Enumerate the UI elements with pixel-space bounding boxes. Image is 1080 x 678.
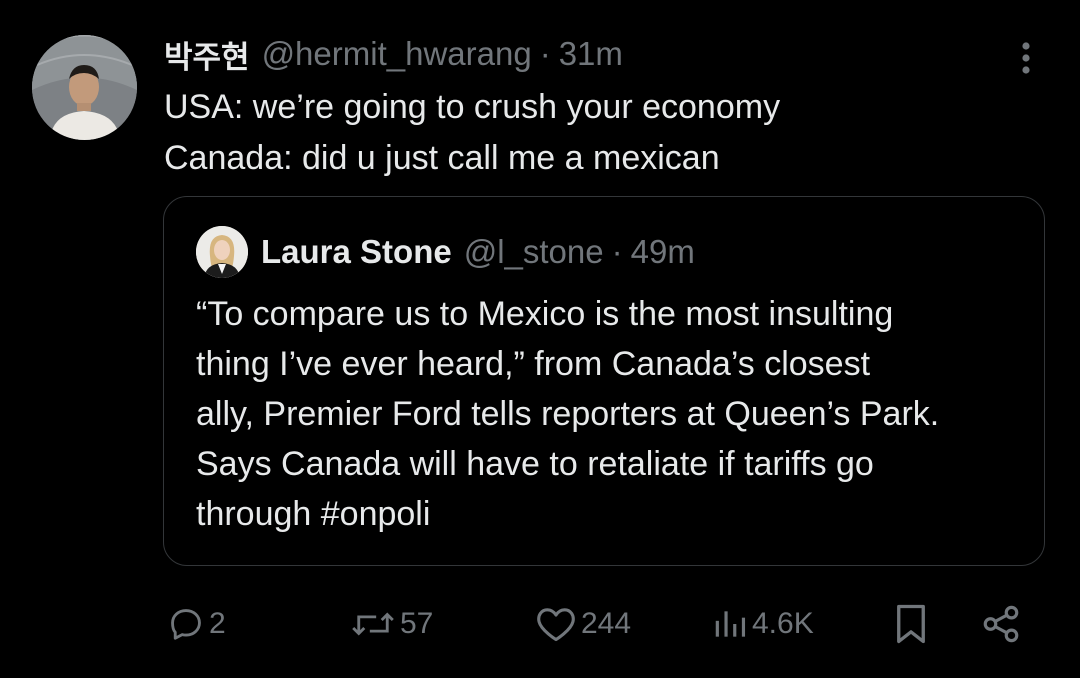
quoted-text-line: through #onpoli <box>196 495 431 533</box>
tweet-header: 박주현 @hermit_hwarang · 31m <box>164 28 623 80</box>
quoted-tweet-text: “To compare us to Mexico is the most ins… <box>196 289 1026 539</box>
quoted-text-line: ally, Premier Ford tells reporters at Qu… <box>196 395 940 433</box>
header-separator: · <box>539 35 551 72</box>
repost-button[interactable]: 57 <box>350 596 433 652</box>
heart-icon <box>537 608 575 642</box>
header-separator: · <box>611 233 623 270</box>
repost-count: 57 <box>400 607 434 640</box>
share-button[interactable] <box>980 596 1022 652</box>
share-icon <box>983 605 1019 643</box>
profile-photo-icon <box>32 35 137 140</box>
bookmark-button[interactable] <box>893 596 929 652</box>
reply-icon <box>171 609 201 640</box>
quoted-author-avatar[interactable] <box>196 226 248 278</box>
profile-photo-icon <box>196 226 248 278</box>
quoted-tweet[interactable]: Laura Stone @l_stone · 49m “To compare u… <box>163 196 1045 566</box>
views-button[interactable]: 4.6K <box>712 596 814 652</box>
quoted-tweet-header: Laura Stone @l_stone · 49m <box>261 229 695 275</box>
quoted-tweet-timestamp[interactable]: 49m <box>631 233 695 271</box>
quoted-text-line: “To compare us to Mexico is the most ins… <box>196 295 894 333</box>
action-bar: 2 57 244 4.6K <box>0 596 1080 652</box>
author-display-name[interactable]: 박주현 <box>164 32 250 77</box>
tweet-text-line: USA: we’re going to crush your economy <box>164 88 781 126</box>
quoted-text-line: thing I’ve ever heard,” from Canada’s cl… <box>196 345 871 383</box>
more-options-button[interactable] <box>1008 38 1044 78</box>
reply-count: 2 <box>209 607 226 640</box>
bookmark-icon <box>897 604 925 644</box>
quoted-author-display-name[interactable]: Laura Stone <box>261 233 452 271</box>
tweet-timestamp[interactable]: 31m <box>559 35 623 73</box>
author-handle[interactable]: @hermit_hwarang <box>262 35 532 73</box>
views-count: 4.6K <box>752 607 814 640</box>
repost-icon <box>352 612 394 636</box>
quoted-author-handle[interactable]: @l_stone <box>464 233 604 271</box>
quoted-text-line: Says Canada will have to retaliate if ta… <box>196 445 874 483</box>
reply-button[interactable]: 2 <box>167 596 226 652</box>
tweet-text: USA: we’re going to crush your economy C… <box>164 82 780 184</box>
more-vertical-icon <box>1022 42 1030 74</box>
like-count: 244 <box>581 607 632 640</box>
like-button[interactable]: 244 <box>535 596 631 652</box>
author-avatar[interactable] <box>32 35 137 140</box>
views-bar-chart-icon <box>715 611 746 637</box>
tweet[interactable]: 박주현 @hermit_hwarang · 31m USA: we’re goi… <box>0 0 1080 678</box>
tweet-text-line: Canada: did u just call me a mexican <box>164 139 720 177</box>
